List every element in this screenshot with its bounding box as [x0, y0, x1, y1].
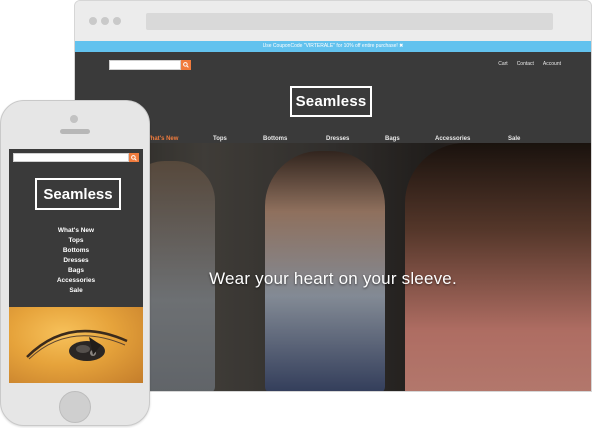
- mobile-menu-accessories[interactable]: Accessories: [9, 276, 143, 286]
- mobile-search: [13, 153, 139, 162]
- search-button[interactable]: [181, 60, 191, 70]
- window-dot-icon: [89, 17, 97, 25]
- window-dot-icon: [101, 17, 109, 25]
- mobile-product-photo[interactable]: [9, 307, 143, 383]
- mobile-menu: What's New Tops Bottoms Dresses Bags Acc…: [9, 226, 143, 296]
- search-icon: [131, 154, 137, 161]
- site-logo[interactable]: Seamless: [290, 86, 372, 117]
- hero-banner[interactable]: Wear your heart on your sleeve.: [75, 143, 591, 391]
- search-input[interactable]: [109, 60, 181, 70]
- camera-icon: [70, 115, 78, 123]
- address-bar[interactable]: [146, 13, 553, 30]
- mobile-menu-bags[interactable]: Bags: [9, 266, 143, 276]
- browser-chrome: [75, 1, 591, 41]
- utility-nav: Cart Contact Account: [498, 61, 561, 67]
- speaker-icon: [60, 129, 90, 134]
- mobile-logo[interactable]: Seamless: [35, 178, 121, 210]
- account-link[interactable]: Account: [543, 61, 561, 67]
- search-icon: [183, 62, 189, 68]
- desktop-page: Use CouponCode "VIRTERALE" for 10% off e…: [75, 41, 591, 391]
- home-button[interactable]: [59, 391, 91, 423]
- phone-mockup: Seamless What's New Tops Bottoms Dresses…: [0, 100, 150, 426]
- mobile-menu-tops[interactable]: Tops: [9, 236, 143, 246]
- contact-link[interactable]: Contact: [517, 61, 534, 67]
- mobile-menu-bottoms[interactable]: Bottoms: [9, 246, 143, 256]
- desktop-browser-mockup: Use CouponCode "VIRTERALE" for 10% off e…: [74, 0, 592, 392]
- mobile-screen: Seamless What's New Tops Bottoms Dresses…: [9, 149, 143, 383]
- window-dot-icon: [113, 17, 121, 25]
- mobile-menu-whats-new[interactable]: What's New: [9, 226, 143, 236]
- headband-jewel-image: [26, 329, 128, 361]
- promo-banner[interactable]: Use CouponCode "VIRTERALE" for 10% off e…: [75, 41, 591, 52]
- hero-overlay: [75, 143, 591, 391]
- mobile-menu-sale[interactable]: Sale: [9, 286, 143, 296]
- mobile-menu-dresses[interactable]: Dresses: [9, 256, 143, 266]
- desktop-search: [109, 60, 191, 70]
- cart-link[interactable]: Cart: [498, 61, 507, 67]
- mobile-search-button[interactable]: [129, 153, 139, 162]
- hero-tagline: Wear your heart on your sleeve.: [209, 269, 457, 288]
- mobile-search-input[interactable]: [13, 153, 129, 162]
